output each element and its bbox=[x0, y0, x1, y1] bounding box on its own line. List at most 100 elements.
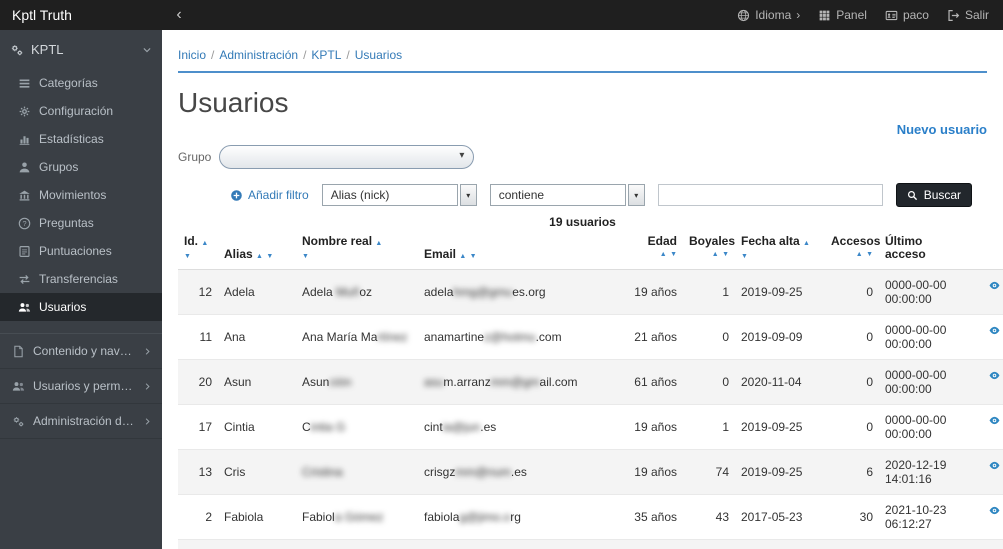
sort-desc-icon[interactable]: ▼ bbox=[184, 253, 191, 260]
sort-desc-icon[interactable]: ▼ bbox=[670, 251, 677, 258]
question-icon bbox=[18, 217, 31, 230]
cell-boyales: 18 bbox=[683, 539, 735, 549]
cell-edad: 42 años bbox=[623, 539, 683, 549]
cell-edad: 19 años bbox=[623, 269, 683, 315]
sort-asc-icon[interactable]: ▲ bbox=[459, 253, 466, 260]
group-label: Grupo bbox=[178, 150, 212, 164]
topbar: Kptl Truth ‹ Idioma › Panel paco Salir bbox=[0, 0, 1003, 30]
sort-asc-icon[interactable]: ▲ bbox=[712, 251, 719, 258]
column-header-fecha[interactable]: Fecha alta ▲ ▼ bbox=[735, 232, 825, 270]
cell-fecha-alta: 2020-11-04 bbox=[735, 359, 825, 405]
sidebar-item-grupos[interactable]: Grupos bbox=[0, 153, 162, 181]
add-filter-link[interactable]: Añadir filtro bbox=[230, 188, 309, 202]
cell-email: adelahmg@gmues.org bbox=[418, 269, 623, 315]
sort-desc-icon[interactable]: ▼ bbox=[302, 253, 309, 260]
sidebar: KPTL Categorías Configuración Estadísticas… bbox=[0, 30, 162, 549]
sidebar-item-configuracion[interactable]: Configuración bbox=[0, 97, 162, 125]
column-header-actions bbox=[971, 232, 1003, 270]
cell-email: cintia@jun.es bbox=[418, 404, 623, 450]
gear-icon bbox=[18, 105, 31, 118]
sidebar-section-label: KPTL bbox=[31, 42, 64, 57]
sidebar-item-label: Estadísticas bbox=[39, 132, 104, 146]
sidebar-toggle-icon[interactable]: ‹ bbox=[162, 0, 196, 30]
sidebar-item-puntuaciones[interactable]: Puntuaciones bbox=[0, 237, 162, 265]
sidebar-menu: Categorías Configuración Estadísticas Grupo… bbox=[0, 69, 162, 321]
topbar-item-paco[interactable]: paco bbox=[885, 8, 929, 22]
filter-bar: Añadir filtro Alias (nick) ▾ contiene ▾ … bbox=[230, 183, 987, 207]
sort-desc-icon[interactable]: ▼ bbox=[866, 251, 873, 258]
cell-edad: 35 años bbox=[623, 494, 683, 540]
sidebar-group-label: Usuarios y permisos bbox=[33, 379, 135, 393]
cell-actions bbox=[971, 314, 1003, 360]
topbar-item-salir[interactable]: Salir bbox=[947, 8, 989, 22]
sort-asc-icon[interactable]: ▲ bbox=[856, 251, 863, 258]
users-icon bbox=[12, 380, 25, 393]
table-row: 4Javier SantosJavier Santoscinem.comisto… bbox=[178, 539, 1003, 549]
breadcrumb-item[interactable]: Usuarios bbox=[355, 48, 402, 62]
group-select-control[interactable] bbox=[219, 145, 475, 169]
cell-fecha-alta: 2019-09-25 bbox=[735, 404, 825, 450]
cell-id: 20 bbox=[178, 359, 218, 405]
breadcrumb-item[interactable]: KPTL bbox=[311, 48, 341, 62]
exit-icon bbox=[947, 9, 960, 22]
sort-asc-icon[interactable]: ▲ bbox=[803, 240, 810, 247]
column-header-accesos[interactable]: Accesos ▲ ▼ bbox=[825, 232, 880, 270]
sort-desc-icon[interactable]: ▼ bbox=[722, 251, 729, 258]
sidebar-item-categorias[interactable]: Categorías bbox=[0, 69, 162, 97]
dropdown-button[interactable]: ▾ bbox=[627, 184, 645, 206]
sidebar-group-usuarios-permisos[interactable]: Usuarios y permisos bbox=[0, 369, 162, 404]
sidebar-item-movimientos[interactable]: Movimientos bbox=[0, 181, 162, 209]
view-user-icon[interactable] bbox=[989, 280, 1000, 291]
sort-desc-icon[interactable]: ▼ bbox=[741, 253, 748, 260]
dropdown-button[interactable]: ▾ bbox=[459, 184, 477, 206]
sidebar-section-kptl[interactable]: KPTL bbox=[0, 30, 162, 69]
sidebar-item-estadisticas[interactable]: Estadísticas bbox=[0, 125, 162, 153]
group-select[interactable]: ▾ bbox=[219, 145, 475, 169]
column-header-boyales[interactable]: Boyales ▲ ▼ bbox=[683, 232, 735, 270]
topbar-item-idioma[interactable]: Idioma › bbox=[737, 8, 800, 22]
sidebar-group-administracion-sistema[interactable]: Administración del sis... bbox=[0, 404, 162, 439]
column-header-edad[interactable]: Edad ▲ ▼ bbox=[623, 232, 683, 270]
app-brand[interactable]: Kptl Truth bbox=[0, 7, 162, 23]
search-button[interactable]: Buscar bbox=[895, 183, 973, 207]
sidebar-item-usuarios[interactable]: Usuarios bbox=[0, 293, 162, 321]
column-header-id[interactable]: Id. ▲ ▼ bbox=[178, 232, 218, 270]
chevron-down-icon: ▾ bbox=[634, 190, 639, 200]
cell-fecha-alta: 2019-09-25 bbox=[735, 269, 825, 315]
view-user-icon[interactable] bbox=[989, 460, 1000, 471]
sort-desc-icon[interactable]: ▼ bbox=[266, 253, 273, 260]
cell-fecha-alta: 2017-11-21 bbox=[735, 539, 825, 549]
view-user-icon[interactable] bbox=[989, 505, 1000, 516]
filter-value-input[interactable] bbox=[657, 184, 883, 206]
cell-accesos: 0 bbox=[825, 359, 879, 405]
cell-ultimo-acceso: 2020-12-19 14:01:16 bbox=[879, 449, 971, 495]
table-row: 12 Adela Adela Muñoz adelahmg@gmues.org 19 a… bbox=[178, 269, 1003, 315]
chevron-right-icon: › bbox=[796, 8, 801, 22]
add-filter-label: Añadir filtro bbox=[248, 188, 309, 202]
sidebar-groups: Contenido y navegación Usuarios y permiso… bbox=[0, 333, 162, 439]
sidebar-item-transferencias[interactable]: Transferencias bbox=[0, 265, 162, 293]
sort-desc-icon[interactable]: ▼ bbox=[470, 253, 477, 260]
sidebar-item-label: Categorías bbox=[39, 76, 98, 90]
sort-asc-icon[interactable]: ▲ bbox=[375, 240, 382, 247]
new-user-link[interactable]: Nuevo usuario bbox=[897, 122, 987, 137]
cell-boyales: 43 bbox=[683, 494, 735, 540]
view-user-icon[interactable] bbox=[989, 415, 1000, 426]
column-header-email[interactable]: Email ▲ ▼ bbox=[418, 232, 623, 270]
cell-accesos: 0 bbox=[825, 404, 879, 450]
sort-asc-icon[interactable]: ▲ bbox=[660, 251, 667, 258]
doc-icon bbox=[18, 245, 31, 258]
column-header-nombre[interactable]: Nombre real ▲ ▼ bbox=[296, 232, 418, 270]
view-user-icon[interactable] bbox=[989, 370, 1000, 381]
breadcrumb-item[interactable]: Inicio bbox=[178, 48, 206, 62]
topbar-item-panel[interactable]: Panel bbox=[818, 8, 867, 22]
sidebar-item-preguntas[interactable]: Preguntas bbox=[0, 209, 162, 237]
view-user-icon[interactable] bbox=[989, 325, 1000, 336]
sort-asc-icon[interactable]: ▲ bbox=[256, 253, 263, 260]
filter-field-select[interactable]: Alias (nick) ▾ bbox=[321, 184, 477, 206]
sort-asc-icon[interactable]: ▲ bbox=[201, 240, 208, 247]
breadcrumb-item[interactable]: Administración bbox=[219, 48, 298, 62]
sidebar-group-contenido-navegacion[interactable]: Contenido y navegación bbox=[0, 334, 162, 369]
filter-operator-select[interactable]: contiene ▾ bbox=[489, 184, 645, 206]
column-header-alias[interactable]: Alias ▲ ▼ bbox=[218, 232, 296, 270]
